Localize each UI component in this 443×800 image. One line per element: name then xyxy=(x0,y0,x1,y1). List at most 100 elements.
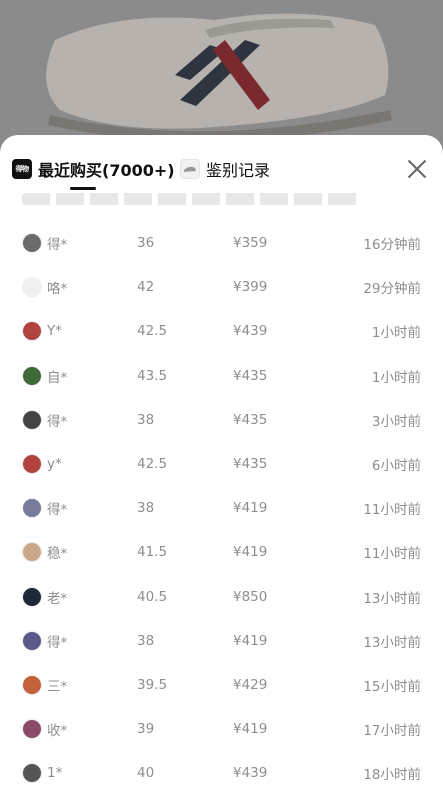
record-time: 11小时前 xyxy=(363,502,421,519)
purchase-records-list: 得* 36 ¥359 16分钟前咯* 42 ¥399 29分钟前 Y* 42.5 ¥439 1小时前… xyxy=(0,221,443,795)
record-price: ¥850 xyxy=(233,588,268,605)
record-price: ¥419 xyxy=(233,544,268,561)
record-time: 18小时前 xyxy=(363,767,421,784)
record-size: 41.5 xyxy=(137,544,168,561)
avatar xyxy=(22,365,42,386)
record-time: 1小时前 xyxy=(371,369,421,386)
record-user: 得* xyxy=(22,498,68,519)
purchase-record-row: 得* 38 ¥419 11小时前 xyxy=(0,486,443,530)
record-user: 咯* xyxy=(22,277,68,298)
record-user: 得* xyxy=(22,630,68,651)
record-price: ¥419 xyxy=(233,721,268,738)
avatar xyxy=(22,542,42,563)
record-username: 咯* xyxy=(47,281,68,298)
record-time: 3小时前 xyxy=(371,413,421,430)
record-size: 42 xyxy=(137,279,155,296)
tab-recent-purchases-label: 最近购买(7000+) xyxy=(38,161,175,180)
purchase-record-row: 三* 39.5 ¥429 15小时前 xyxy=(0,663,443,707)
avatar xyxy=(22,586,42,607)
purchase-record-row: 得* 38 ¥435 3小时前 xyxy=(0,398,443,442)
record-username: 1* xyxy=(47,765,63,782)
record-size: 38 xyxy=(137,411,155,428)
record-username: 自* xyxy=(47,369,68,386)
record-size: 40.5 xyxy=(137,588,168,605)
tab-authentication-records-label: 鉴别记录 xyxy=(206,161,271,180)
record-price: ¥435 xyxy=(233,411,268,428)
record-size: 38 xyxy=(137,500,155,517)
record-user: 自* xyxy=(22,365,68,386)
record-size: 42.5 xyxy=(137,323,168,340)
record-user: 三* xyxy=(22,674,67,695)
record-username: 得* xyxy=(47,634,68,651)
record-user: 1* xyxy=(22,763,63,784)
record-price: ¥359 xyxy=(233,235,268,252)
close-icon[interactable] xyxy=(405,157,429,181)
record-price: ¥435 xyxy=(233,456,268,473)
record-price: ¥419 xyxy=(233,500,268,517)
avatar xyxy=(22,409,42,430)
tab-authentication-records[interactable]: 鉴别记录 xyxy=(180,155,270,183)
purchase-record-row: Y* 42.5 ¥439 1小时前 xyxy=(0,309,443,353)
record-user: 老* xyxy=(22,586,68,607)
active-tab-indicator xyxy=(70,187,96,190)
record-username: 得* xyxy=(47,502,68,519)
record-time: 6小时前 xyxy=(371,458,421,475)
record-size: 38 xyxy=(137,632,155,649)
record-size: 39 xyxy=(137,721,155,738)
avatar xyxy=(22,674,42,695)
purchase-record-row: 得* 38 ¥419 13小时前 xyxy=(0,619,443,663)
record-username: Y* xyxy=(47,323,62,340)
avatar xyxy=(22,233,42,254)
record-username: y* xyxy=(47,456,62,473)
record-price: ¥399 xyxy=(233,279,268,296)
record-time: 17小时前 xyxy=(363,723,421,740)
tab-bar: 得物 最近购买(7000+) 鉴别记录 xyxy=(0,135,443,205)
record-user: Y* xyxy=(22,321,62,342)
app-logo-icon: 得物 xyxy=(12,159,32,179)
record-price: ¥439 xyxy=(233,765,268,782)
tab-recent-purchases[interactable]: 得物 最近购买(7000+) xyxy=(12,155,175,183)
record-size: 39.5 xyxy=(137,676,168,693)
record-size: 40 xyxy=(137,765,155,782)
record-size: 36 xyxy=(137,235,155,252)
avatar xyxy=(22,277,42,298)
record-time: 1小时前 xyxy=(371,325,421,342)
record-user: y* xyxy=(22,454,62,475)
record-time: 29分钟前 xyxy=(363,281,421,298)
record-time: 13小时前 xyxy=(363,590,421,607)
avatar xyxy=(22,719,42,740)
record-username: 收* xyxy=(47,723,68,740)
sneaker-thumbnail-icon xyxy=(180,159,200,179)
purchase-record-row: 收* 39 ¥419 17小时前 xyxy=(0,707,443,751)
purchase-record-row: 老* 40.5 ¥850 13小时前 xyxy=(0,575,443,619)
record-time: 16分钟前 xyxy=(363,237,421,254)
record-user: 得* xyxy=(22,409,68,430)
record-user: 稳* xyxy=(22,542,67,563)
record-user: 得* xyxy=(22,233,68,254)
record-time: 13小时前 xyxy=(363,634,421,651)
record-size: 43.5 xyxy=(137,367,168,384)
record-username: 得* xyxy=(47,237,68,254)
avatar xyxy=(22,763,42,784)
record-price: ¥419 xyxy=(233,632,268,649)
record-time: 15小时前 xyxy=(363,678,421,695)
product-image xyxy=(0,0,443,150)
sneaker-image xyxy=(0,0,443,150)
record-time: 11小时前 xyxy=(363,546,421,563)
avatar xyxy=(22,454,42,475)
purchase-record-row: 得* 36 ¥359 16分钟前 xyxy=(0,221,443,265)
avatar xyxy=(22,498,42,519)
record-username: 得* xyxy=(47,413,68,430)
avatar xyxy=(22,630,42,651)
purchase-record-row: 稳* 41.5 ¥419 11小时前 xyxy=(0,530,443,574)
record-size: 42.5 xyxy=(137,456,168,473)
recent-purchases-sheet: 得物 最近购买(7000+) 鉴别记录 得* 36 ¥359 16分钟前咯* 42 ¥39… xyxy=(0,135,443,800)
purchase-record-row: 咯* 42 ¥399 29分钟前 xyxy=(0,265,443,309)
partially-hidden-row xyxy=(22,193,362,205)
purchase-record-row: 自* 43.5 ¥435 1小时前 xyxy=(0,354,443,398)
record-username: 老* xyxy=(47,590,68,607)
avatar xyxy=(22,321,42,342)
purchase-record-row: 1* 40 ¥439 18小时前 xyxy=(0,751,443,795)
purchase-record-row: y* 42.5 ¥435 6小时前 xyxy=(0,442,443,486)
record-user: 收* xyxy=(22,719,68,740)
